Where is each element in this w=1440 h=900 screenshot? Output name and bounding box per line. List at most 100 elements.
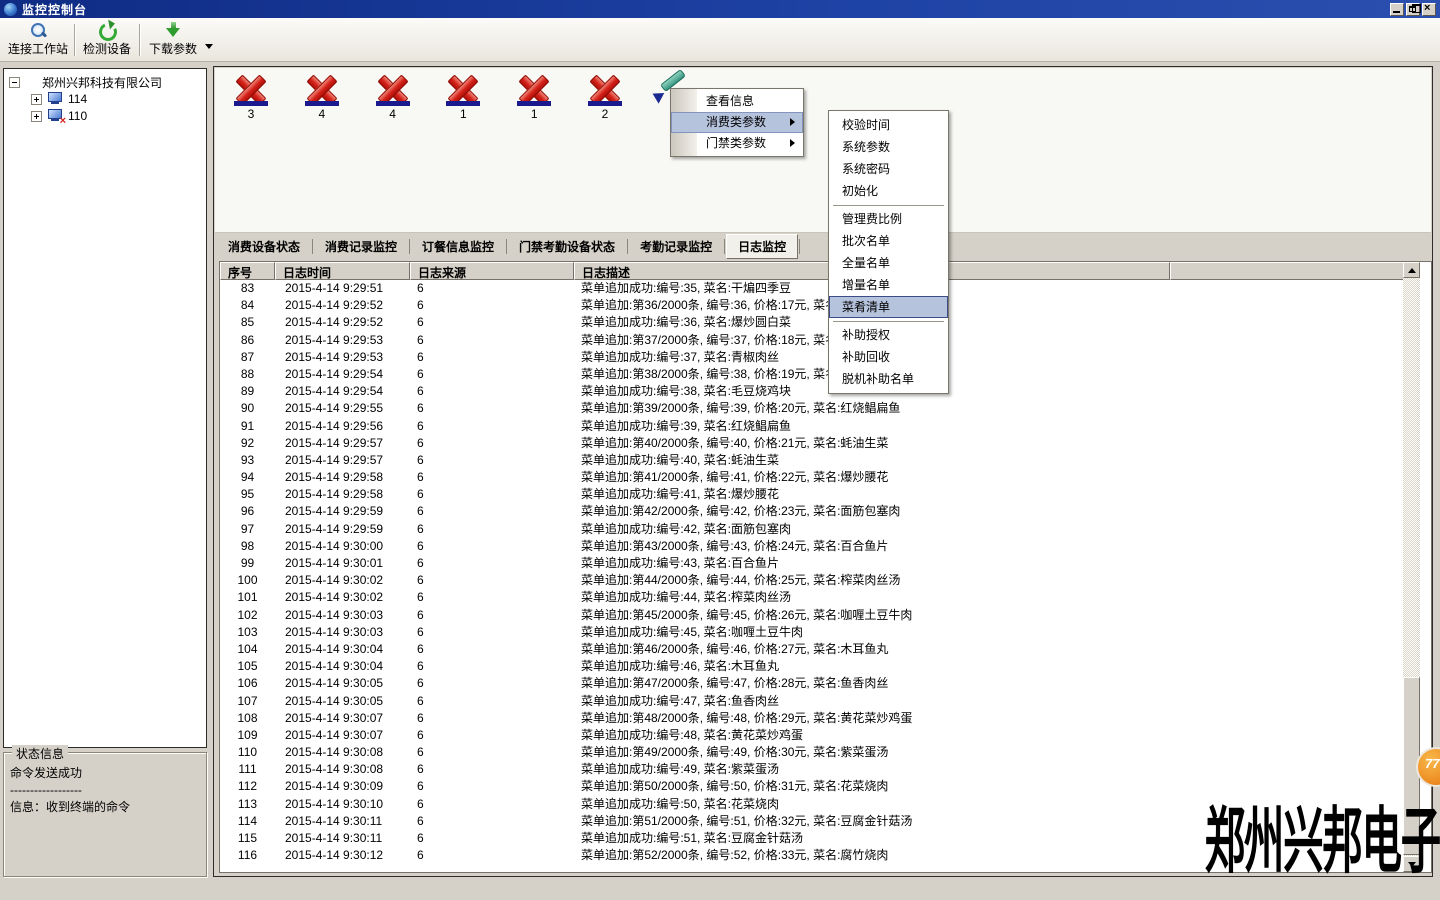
- submenu-item-批次名单[interactable]: 批次名单: [829, 230, 948, 252]
- tree-item-114[interactable]: 114: [31, 91, 87, 107]
- cell: 菜单追加成功:编号:51, 菜名:豆腐金针菇汤: [574, 830, 1170, 847]
- table-row[interactable]: 902015-4-14 9:29:556菜单追加:第39/2000条, 编号:3…: [220, 400, 1404, 417]
- table-row[interactable]: 1012015-4-14 9:30:026菜单追加成功:编号:44, 菜名:榨菜…: [220, 589, 1404, 606]
- cell: 85: [220, 314, 275, 331]
- table-row[interactable]: 1102015-4-14 9:30:086菜单追加:第49/2000条, 编号:…: [220, 744, 1404, 761]
- tab-考勤记录监控[interactable]: 考勤记录监控: [629, 235, 723, 258]
- tree-item-110[interactable]: 110: [31, 108, 87, 124]
- cell: 87: [220, 349, 275, 366]
- table-row[interactable]: 932015-4-14 9:29:576菜单追加成功:编号:40, 菜名:蚝油生…: [220, 452, 1404, 469]
- tree-root-row[interactable]: 郑州兴邦科技有限公司: [9, 74, 162, 90]
- device-offline-icon-block[interactable]: 2: [584, 74, 626, 121]
- submenu-item-系统参数[interactable]: 系统参数: [829, 136, 948, 158]
- cell: 108: [220, 710, 275, 727]
- cell: 92: [220, 435, 275, 452]
- cell: 6: [410, 830, 574, 847]
- tab-订餐信息监控[interactable]: 订餐信息监控: [411, 235, 505, 258]
- cell: 6: [410, 332, 574, 349]
- cell: 2015-4-14 9:30:11: [275, 813, 410, 830]
- table-row[interactable]: 962015-4-14 9:29:596菜单追加:第42/2000条, 编号:4…: [220, 503, 1404, 520]
- expand-icon[interactable]: [31, 94, 42, 105]
- table-row[interactable]: 912015-4-14 9:29:566菜单追加成功:编号:39, 菜名:红烧鲳…: [220, 418, 1404, 435]
- expand-icon[interactable]: [31, 111, 42, 122]
- context-menu-item-查看信息[interactable]: 查看信息: [671, 91, 803, 112]
- table-row[interactable]: 942015-4-14 9:29:586菜单追加:第41/2000条, 编号:4…: [220, 469, 1404, 486]
- device-offline-icon-block[interactable]: 4: [372, 74, 414, 121]
- device-offline-icon-block[interactable]: 1: [442, 74, 484, 121]
- toolbar-button-1[interactable]: 连接工作站: [2, 20, 74, 60]
- column-header-序号[interactable]: 序号: [220, 262, 275, 280]
- cell: [1170, 469, 1404, 486]
- column-header-日志时间[interactable]: 日志时间: [275, 262, 410, 280]
- download-params-dropdown-caret[interactable]: [205, 44, 213, 49]
- tree-item-label: 114: [68, 92, 87, 106]
- restore-button[interactable]: [1406, 3, 1420, 16]
- table-row[interactable]: 952015-4-14 9:29:586菜单追加成功:编号:41, 菜名:爆炒腰…: [220, 486, 1404, 503]
- cell: 菜单追加:第44/2000条, 编号:44, 价格:25元, 菜名:榨菜肉丝汤: [574, 572, 1170, 589]
- cell: 菜单追加:第49/2000条, 编号:49, 价格:30元, 菜名:紫菜蛋汤: [574, 744, 1170, 761]
- context-menu-item-消费类参数[interactable]: 消费类参数: [671, 112, 803, 133]
- download-icon: [163, 21, 183, 39]
- submenu-item-增量名单[interactable]: 增量名单: [829, 274, 948, 296]
- table-row[interactable]: 1022015-4-14 9:30:036菜单追加:第45/2000条, 编号:…: [220, 607, 1404, 624]
- table-row[interactable]: 862015-4-14 9:29:536菜单追加:第37/2000条, 编号:3…: [220, 332, 1404, 349]
- device-offline-icon-block[interactable]: 3: [230, 74, 272, 121]
- table-row[interactable]: 872015-4-14 9:29:536菜单追加成功:编号:37, 菜名:青椒肉…: [220, 349, 1404, 366]
- device-offline-icon-block[interactable]: 4: [301, 74, 343, 121]
- cell: [1170, 435, 1404, 452]
- cell: 103: [220, 624, 275, 641]
- table-row[interactable]: 1082015-4-14 9:30:076菜单追加:第48/2000条, 编号:…: [220, 710, 1404, 727]
- vertical-scrollbar[interactable]: [1403, 262, 1420, 872]
- refresh-icon: [97, 21, 117, 39]
- table-row[interactable]: 1002015-4-14 9:30:026菜单追加:第44/2000条, 编号:…: [220, 572, 1404, 589]
- tab-消费设备状态[interactable]: 消费设备状态: [217, 235, 311, 258]
- submenu-item-补助授权[interactable]: 补助授权: [829, 324, 948, 346]
- table-row[interactable]: 852015-4-14 9:29:526菜单追加成功:编号:36, 菜名:爆炒圆…: [220, 314, 1404, 331]
- table-row[interactable]: 982015-4-14 9:30:006菜单追加:第43/2000条, 编号:4…: [220, 538, 1404, 555]
- table-row[interactable]: 882015-4-14 9:29:546菜单追加:第38/2000条, 编号:3…: [220, 366, 1404, 383]
- table-row[interactable]: 1062015-4-14 9:30:056菜单追加:第47/2000条, 编号:…: [220, 675, 1404, 692]
- scroll-up-button[interactable]: [1403, 262, 1420, 278]
- device-offline-icon-block[interactable]: 1: [513, 74, 555, 121]
- submenu-item-补助回收[interactable]: 补助回收: [829, 346, 948, 368]
- cell: 2015-4-14 9:29:54: [275, 383, 410, 400]
- minimize-button[interactable]: [1390, 3, 1404, 16]
- cell: 2015-4-14 9:30:01: [275, 555, 410, 572]
- toolbar-button-2[interactable]: 检测设备: [78, 20, 136, 60]
- cell: 102: [220, 607, 275, 624]
- submenu-item-管理费比例[interactable]: 管理费比例: [829, 208, 948, 230]
- close-button[interactable]: ×: [1422, 3, 1436, 16]
- cell: 89: [220, 383, 275, 400]
- table-row[interactable]: 972015-4-14 9:29:596菜单追加成功:编号:42, 菜名:面筋包…: [220, 521, 1404, 538]
- table-row[interactable]: 892015-4-14 9:29:546菜单追加成功:编号:38, 菜名:毛豆烧…: [220, 383, 1404, 400]
- table-row[interactable]: 1112015-4-14 9:30:086菜单追加成功:编号:49, 菜名:紫菜…: [220, 761, 1404, 778]
- table-row[interactable]: 1072015-4-14 9:30:056菜单追加成功:编号:47, 菜名:鱼香…: [220, 693, 1404, 710]
- table-row[interactable]: 832015-4-14 9:29:516菜单追加成功:编号:35, 菜名:干煸四…: [220, 280, 1404, 297]
- table-row[interactable]: 842015-4-14 9:29:526菜单追加:第36/2000条, 编号:3…: [220, 297, 1404, 314]
- cell: 菜单追加成功:编号:40, 菜名:蚝油生菜: [574, 452, 1170, 469]
- cell: 2015-4-14 9:30:10: [275, 796, 410, 813]
- magnifier-icon: [28, 21, 48, 39]
- submenu-item-系统密码[interactable]: 系统密码: [829, 158, 948, 180]
- column-header-blank[interactable]: [1170, 262, 1404, 280]
- column-header-日志来源[interactable]: 日志来源: [410, 262, 574, 280]
- table-row[interactable]: 922015-4-14 9:29:576菜单追加:第40/2000条, 编号:4…: [220, 435, 1404, 452]
- submenu-item-校验时间[interactable]: 校验时间: [829, 114, 948, 136]
- table-row[interactable]: 1032015-4-14 9:30:036菜单追加成功:编号:45, 菜名:咖喱…: [220, 624, 1404, 641]
- collapse-icon[interactable]: [9, 77, 20, 88]
- table-row[interactable]: 992015-4-14 9:30:016菜单追加成功:编号:43, 菜名:百合鱼…: [220, 555, 1404, 572]
- submenu-item-脱机补助名单[interactable]: 脱机补助名单: [829, 368, 948, 390]
- submenu-item-菜肴清单[interactable]: 菜肴清单: [829, 296, 948, 318]
- submenu-item-全量名单[interactable]: 全量名单: [829, 252, 948, 274]
- table-row[interactable]: 1092015-4-14 9:30:076菜单追加成功:编号:48, 菜名:黄花…: [220, 727, 1404, 744]
- tab-日志监控[interactable]: 日志监控: [726, 234, 798, 259]
- tab-消费记录监控[interactable]: 消费记录监控: [314, 235, 408, 258]
- cell: 菜单追加成功:编号:41, 菜名:爆炒腰花: [574, 486, 1170, 503]
- cell: 菜单追加:第45/2000条, 编号:45, 价格:26元, 菜名:咖喱土豆牛肉: [574, 607, 1170, 624]
- table-row[interactable]: 1052015-4-14 9:30:046菜单追加成功:编号:46, 菜名:木耳…: [220, 658, 1404, 675]
- tab-门禁考勤设备状态[interactable]: 门禁考勤设备状态: [508, 235, 626, 258]
- toolbar-button-3[interactable]: 下载参数: [144, 20, 202, 60]
- submenu-item-初始化[interactable]: 初始化: [829, 180, 948, 202]
- context-menu-item-门禁类参数[interactable]: 门禁类参数: [671, 133, 803, 154]
- table-row[interactable]: 1042015-4-14 9:30:046菜单追加:第46/2000条, 编号:…: [220, 641, 1404, 658]
